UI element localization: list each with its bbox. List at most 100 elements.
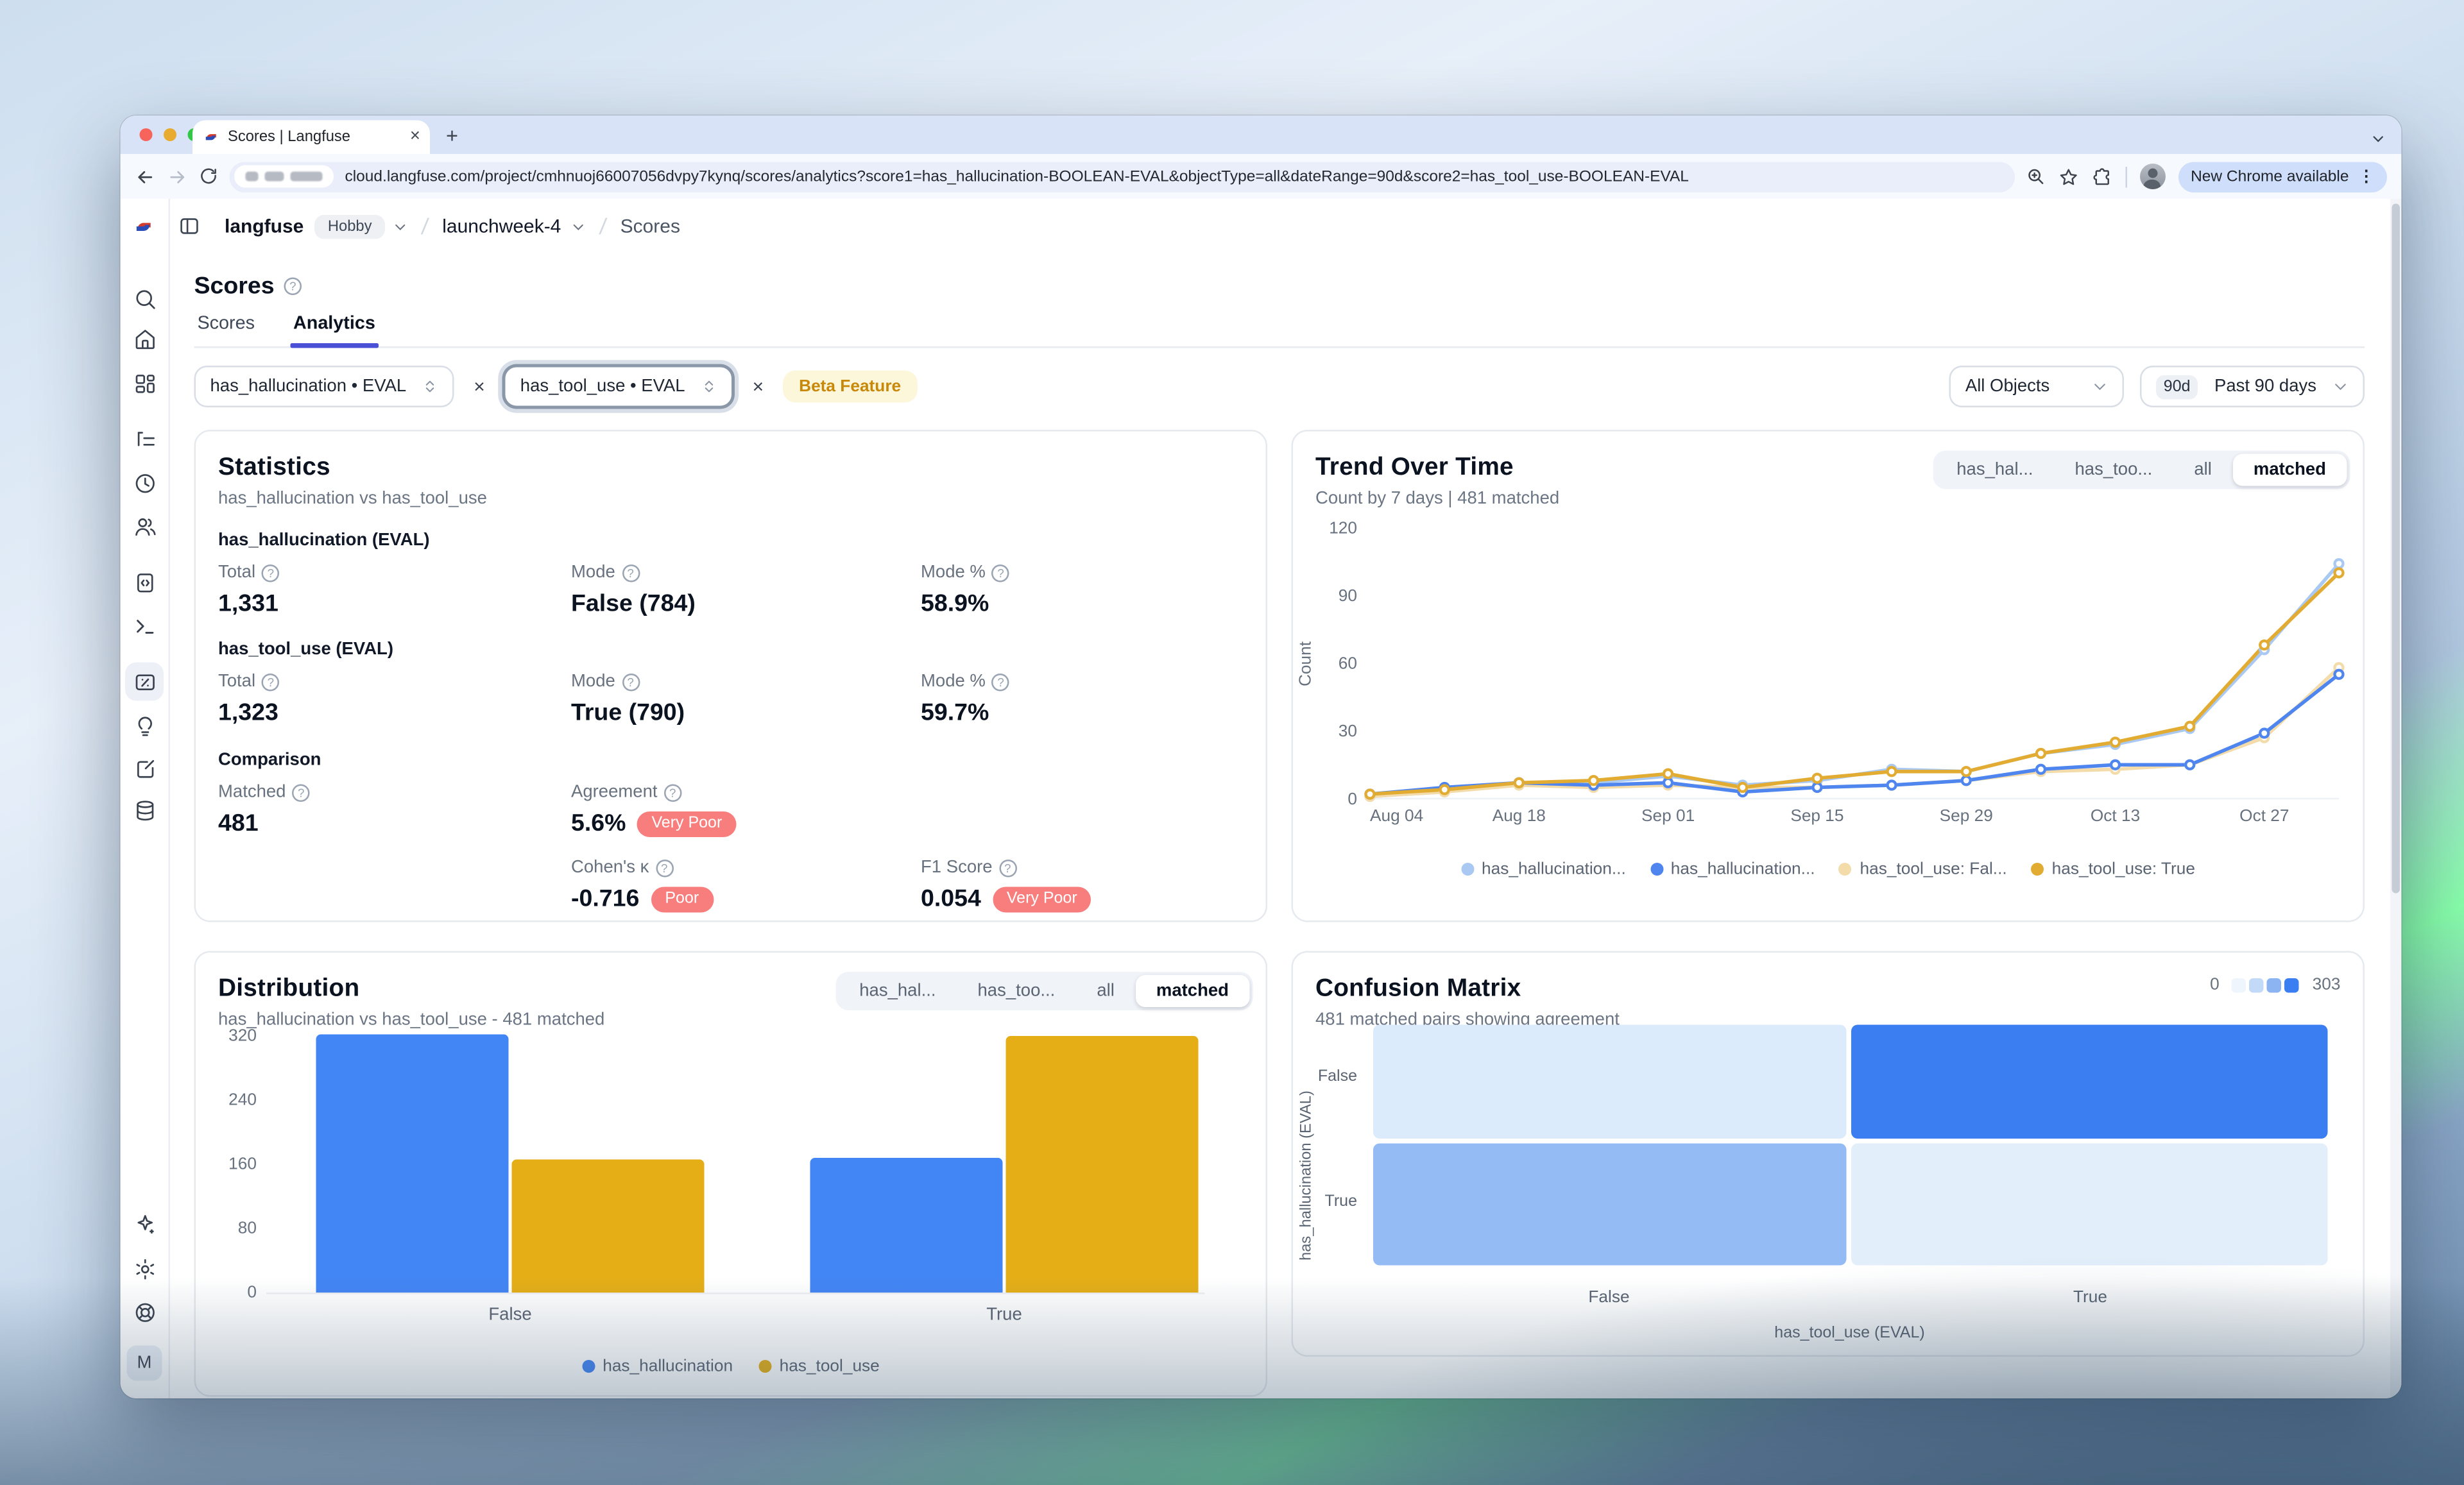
sidebar-tracing-icon[interactable] [125,420,164,459]
metric-info-icon[interactable]: ? [262,564,280,582]
scrollbar-thumb[interactable] [2392,204,2400,894]
bar-has_hallucination-True[interactable] [810,1158,1003,1293]
main-content: Scores ? Scores Analytics has_hallucinat… [169,253,2402,1398]
browser-window: Scores | Langfuse × + cloud.langfuse.com… [121,115,2402,1398]
legend-item[interactable]: has_hallucination... [1461,860,1626,879]
confusion-cell-True-False[interactable] [1373,1144,1847,1266]
metric-info-icon[interactable]: ? [622,564,640,582]
date-range-select[interactable]: 90d Past 90 days [2139,366,2365,407]
tab-search-icon[interactable] [2371,125,2386,154]
updown-chevron-icon [422,378,438,395]
legend-item[interactable]: has_tool_use [758,1357,880,1376]
sidebar-evaluators-lightbulb-icon[interactable] [125,706,164,744]
segment-score1[interactable]: has_hal... [839,975,957,1007]
sidebar-support-lifebuoy-icon[interactable] [125,1293,164,1331]
tab-scores[interactable]: Scores [194,314,258,346]
zoom-page-icon[interactable] [2026,167,2045,186]
sidebar-toggle-icon[interactable] [178,215,201,237]
legend-item[interactable]: has_hallucination [582,1357,733,1376]
legend-item[interactable]: has_hallucination... [1650,860,1815,879]
score1-remove-button[interactable]: × [469,375,490,398]
distribution-segmented-control: has_hal... has_too... all matched [835,972,1253,1010]
trend-card: Trend Over Time Count by 7 days | 481 ma… [1292,430,2365,922]
beta-feature-badge: Beta Feature [783,371,917,403]
page-tabs: Scores Analytics [194,314,2365,348]
bookmark-star-icon[interactable] [2058,166,2079,187]
project-chevron-down-icon[interactable] [570,219,585,233]
metric-info-icon[interactable]: ? [664,783,682,801]
segment-score2[interactable]: has_too... [957,975,1076,1007]
sidebar-playground-terminal-icon[interactable] [125,606,164,645]
sidebar-settings-gear-icon[interactable] [125,1250,164,1288]
segment-matched[interactable]: matched [2232,454,2347,486]
browser-tab[interactable]: Scores | Langfuse × [193,121,430,155]
segment-matched[interactable]: matched [1135,975,1249,1007]
sidebar-prompts-icon[interactable] [125,563,164,602]
segment-all[interactable]: all [2173,454,2233,486]
window-zoom-button[interactable] [188,128,201,141]
sidebar-whats-new-sparkle-icon[interactable] [125,1205,164,1243]
f1-rating-badge: Very Poor [992,886,1091,912]
forward-button[interactable] [167,166,188,187]
confusion-cell-False-True[interactable] [1851,1025,2328,1139]
segment-score2[interactable]: has_too... [2054,454,2173,486]
metric-info-icon[interactable]: ? [655,859,673,877]
extensions-puzzle-icon[interactable] [2091,166,2112,187]
metric-info-icon[interactable]: ? [293,783,311,801]
window-minimize-button[interactable] [164,128,176,141]
legend-item[interactable]: has_tool_use: True [2031,860,2195,879]
chrome-menu-kebab-icon[interactable]: ⋮ [2359,167,2374,185]
score1-select[interactable]: has_hallucination • EVAL [194,366,455,407]
segment-score1[interactable]: has_hal... [1936,454,2054,486]
segment-all[interactable]: all [1076,975,1136,1007]
reload-button[interactable] [199,167,218,186]
scale-swatch [2268,978,2282,992]
bar-has_tool_use-False[interactable] [512,1160,705,1293]
address-bar[interactable]: cloud.langfuse.com/project/cmhnuoj660070… [230,161,2015,192]
confusion-cell-True-True[interactable] [1851,1144,2328,1266]
chrome-update-pill[interactable]: New Chrome available ⋮ [2178,161,2387,192]
url-text: cloud.langfuse.com/project/cmhnuoj660070… [345,167,2010,185]
scale-max: 303 [2313,975,2341,994]
trend-segmented-control: has_hal... has_too... all matched [1933,451,2350,489]
comparison-section-name: Comparison [218,751,1244,770]
sidebar-dashboards-icon[interactable] [125,364,164,403]
org-name[interactable]: langfuse [225,215,304,237]
page-info-icon[interactable]: ? [284,278,302,296]
sidebar-datasets-database-icon[interactable] [125,791,164,829]
score2-select[interactable]: has_tool_use • EVAL [504,366,733,407]
page-scrollbar[interactable] [2390,199,2402,1398]
sidebar-home-icon[interactable] [125,319,164,358]
metric-info-icon[interactable]: ? [999,859,1017,877]
legend-item[interactable]: has_tool_use: Fal... [1839,860,2007,879]
sidebar-annotation-icon[interactable] [125,749,164,788]
score2-remove-button[interactable]: × [748,375,769,398]
confusion-cell-False-False[interactable] [1373,1025,1847,1139]
metric-total: Total? 1,323 [218,672,571,727]
legend-dot [582,1360,595,1373]
metric-info-icon[interactable]: ? [992,673,1010,691]
browser-toolbar: cloud.langfuse.com/project/cmhnuoj660070… [121,154,2402,199]
window-close-button[interactable] [140,128,153,141]
new-tab-button[interactable]: + [446,124,458,148]
back-button[interactable] [135,166,156,187]
tab-analytics[interactable]: Analytics [290,314,379,346]
metric-info-icon[interactable]: ? [622,673,640,691]
account-avatar[interactable]: M [127,1346,162,1381]
sidebar-search-icon[interactable] [125,279,164,318]
project-name[interactable]: launchweek-4 [442,215,561,237]
bar-has_tool_use-True[interactable] [1006,1036,1199,1293]
sidebar-sessions-clock-icon[interactable] [125,464,164,502]
svg-text:Oct 13: Oct 13 [2091,806,2140,825]
sidebar-scores-icon[interactable] [125,663,164,701]
object-type-select[interactable]: All Objects [1949,366,2123,407]
metric-info-icon[interactable]: ? [262,673,280,691]
chevron-down-icon [2091,378,2107,395]
tab-close-icon[interactable]: × [410,128,420,146]
site-info-chip[interactable] [234,165,334,188]
metric-info-icon[interactable]: ? [992,564,1010,582]
sidebar-users-icon[interactable] [125,507,164,545]
bar-has_hallucination-False[interactable] [316,1035,509,1293]
profile-avatar[interactable] [2139,164,2165,189]
org-chevron-down-icon[interactable] [393,219,407,233]
